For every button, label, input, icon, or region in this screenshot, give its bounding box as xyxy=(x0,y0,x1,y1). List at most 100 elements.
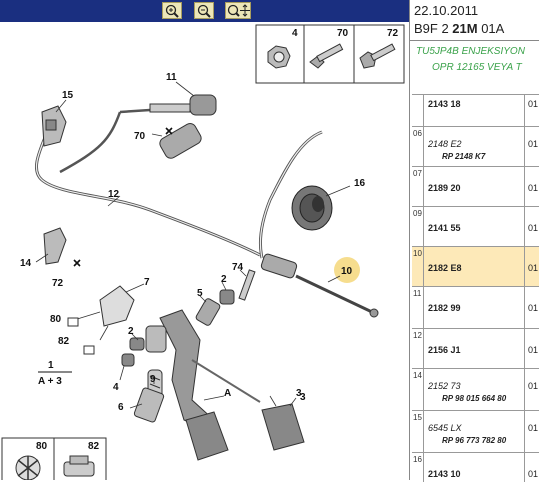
parts-table-row[interactable]: 07 2189 20 01 xyxy=(412,166,539,206)
callout-4: 4 xyxy=(113,382,119,393)
zoom-pan-icon xyxy=(227,4,250,17)
part-quantity: 01 xyxy=(528,303,539,313)
part-quantity: 01 xyxy=(528,381,539,391)
part-reference: 2156 J1 xyxy=(428,345,461,355)
fastener-inset: 4 70 72 xyxy=(255,24,405,84)
part-replacement-reference: RP 2148 K7 xyxy=(442,152,486,161)
row-position-number: 16 xyxy=(412,453,424,482)
callout-74: 74 xyxy=(232,262,244,273)
master-cylinder-part-11 xyxy=(149,94,217,159)
header-divider xyxy=(410,40,539,41)
part-quantity: 01 xyxy=(528,469,539,479)
dust-boot-part-16 xyxy=(291,185,333,231)
part-reference: 2182 E8 xyxy=(428,263,462,273)
callout-11: 11 xyxy=(166,72,177,83)
inset-label-70: 70 xyxy=(337,28,349,39)
zoom-in-button[interactable] xyxy=(162,2,182,19)
part-quantity: 01 xyxy=(528,423,539,433)
engine-description-line2: OPR 12165 VEYA T xyxy=(432,62,522,73)
row-position-number: 15 xyxy=(412,411,424,452)
part-quantity-cell: 01 xyxy=(524,369,538,410)
nut-icon xyxy=(267,45,291,69)
parts-table-row[interactable]: 06 2148 E2 RP 2148 K7 01 xyxy=(412,126,539,166)
part-quantity-cell: 01 xyxy=(524,127,538,166)
callout-80: 80 xyxy=(50,314,62,325)
parts-table-row[interactable]: 09 2141 55 01 xyxy=(412,206,539,246)
row-position-number: 07 xyxy=(412,167,424,206)
callout-6: 6 xyxy=(118,402,124,413)
part-quantity-cell: 01 xyxy=(524,287,538,328)
bush-part-2 xyxy=(219,289,235,305)
exploded-parts-diagram[interactable]: 4 70 72 80 82 15 11 70 12 16 14 72 10 7 … xyxy=(0,22,409,480)
callout-10: 10 xyxy=(341,266,353,277)
callout-70: 70 xyxy=(134,131,146,142)
part-quantity-cell: 01 xyxy=(524,411,538,452)
part-quantity-cell: 01 xyxy=(524,167,538,206)
bolt-part-74 xyxy=(238,269,256,301)
part-quantity: 01 xyxy=(528,223,539,233)
part-reference: 6545 LX xyxy=(428,423,462,433)
part-quantity: 01 xyxy=(528,345,539,355)
part-reference: 2143 10 xyxy=(428,469,461,479)
zoom-in-icon xyxy=(165,4,179,18)
parts-table-row[interactable]: 12 2156 J1 01 xyxy=(412,328,539,368)
part-reference: 2182 99 xyxy=(428,303,461,313)
star-clip-icon xyxy=(15,455,41,480)
part-reference: 2152 73 xyxy=(428,381,461,391)
callout-2b: 2 xyxy=(128,326,134,337)
parts-table-row[interactable]: 11 2182 99 01 xyxy=(412,286,539,328)
part-quantity: 01 xyxy=(528,263,539,273)
parts-table-row[interactable]: 15 6545 LX RP 96 773 782 80 01 xyxy=(412,410,539,452)
toolbar xyxy=(0,0,409,22)
callout-1: 1 xyxy=(48,360,54,371)
part-quantity-cell: 01 xyxy=(524,95,538,126)
diagram-canvas: 4 70 72 80 82 15 11 70 12 16 14 72 10 7 … xyxy=(1,24,405,480)
row-position-number: 06 xyxy=(412,127,424,166)
zoom-pan-button[interactable] xyxy=(225,2,251,19)
callout-9: 9 xyxy=(150,374,156,385)
zoom-out-button[interactable] xyxy=(194,2,214,19)
parts-table-row[interactable]: 14 2152 73 RP 98 015 664 80 01 xyxy=(412,368,539,410)
inset-label-72: 72 xyxy=(387,28,399,39)
row-position-number: 10 xyxy=(412,247,424,286)
callout-72: 72 xyxy=(52,278,64,289)
catalog-date: 22.10.2011 xyxy=(414,3,479,18)
catalog-code: B9F 2 21M 01A xyxy=(414,21,505,36)
part-quantity-cell: 01 xyxy=(524,247,538,286)
callout-3b: 3 xyxy=(300,392,306,403)
zoom-out-icon xyxy=(197,4,211,18)
callout-7: 7 xyxy=(144,277,150,288)
clip-inset: 80 82 xyxy=(1,437,107,480)
part-reference: 2189 20 xyxy=(428,183,461,193)
parts-table-row[interactable]: 10 2182 E8 01 xyxy=(412,246,539,286)
callout-14: 14 xyxy=(20,258,32,269)
callout-82: 82 xyxy=(58,336,70,347)
pedal-assembly xyxy=(145,309,305,461)
part-reference: 2148 E2 xyxy=(428,139,462,149)
clutch-pipe xyxy=(35,129,261,257)
callout-2a: 2 xyxy=(221,274,227,285)
spacer-part-5 xyxy=(195,298,221,326)
part-quantity: 01 xyxy=(528,139,539,149)
part-quantity-cell: 01 xyxy=(524,329,538,368)
part-replacement-reference: RP 98 015 664 80 xyxy=(442,394,507,403)
slave-cylinder-part-10 xyxy=(260,253,379,318)
callout-a: A xyxy=(224,388,231,399)
bush-part-2b xyxy=(129,337,145,351)
part-reference: 2141 55 xyxy=(428,223,461,233)
inset-label-82: 82 xyxy=(88,441,100,452)
parts-table-row[interactable]: 16 2143 10 01 xyxy=(412,452,539,482)
row-position-number: 09 xyxy=(412,207,424,246)
pipe-clip-part-14 xyxy=(43,227,67,265)
inset-label-4: 4 xyxy=(292,28,298,39)
parts-table-row[interactable]: 2143 18 01 xyxy=(412,94,539,126)
part-replacement-reference: RP 96 773 782 80 xyxy=(442,436,507,445)
parts-table: 2143 18 01 06 2148 E2 RP 2148 K7 01 07 2189 20 0… xyxy=(412,94,539,482)
callout-a-plus-3: A + 3 xyxy=(38,376,62,387)
engine-description-line1: TU5JP4B ENJEKSIYON xyxy=(416,46,525,57)
part-reference: 2143 18 xyxy=(428,99,461,109)
callout-12: 12 xyxy=(108,189,120,200)
callout-15: 15 xyxy=(62,90,74,101)
row-position-number: 12 xyxy=(412,329,424,368)
inset-label-80: 80 xyxy=(36,441,48,452)
